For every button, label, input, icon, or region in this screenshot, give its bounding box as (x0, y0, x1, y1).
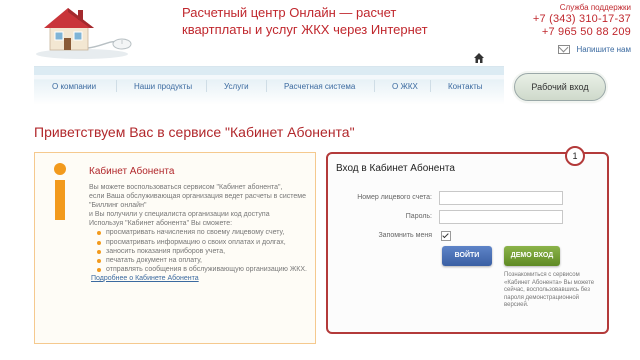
site-title-line1: Расчетный центр Онлайн — расчет (182, 5, 397, 20)
account-number-input[interactable] (439, 191, 563, 205)
password-label: Пароль: (405, 213, 432, 220)
support-block: Служба поддержки +7 (343) 310-17-37 +7 9… (481, 3, 631, 55)
demo-note: Познакомиться с сервисом «Кабинет Абонен… (504, 272, 595, 309)
house-logo-icon (36, 8, 132, 59)
nav-item-products[interactable]: Наши продукты (134, 82, 192, 91)
work-login-button[interactable]: Рабочий вход (514, 73, 606, 101)
info-paragraph: и Вы получили у специалиста организации … (89, 211, 270, 219)
info-panel-title: Кабинет Абонента (89, 166, 175, 177)
info-panel: Кабинет Абонента Вы можете воспользовать… (34, 152, 316, 344)
nav-item-services[interactable]: Услуги (224, 82, 249, 91)
page-title: Приветствуем Вас в сервисе "Кабинет Абон… (34, 124, 355, 140)
nav-item-billing-system[interactable]: Расчетная система (284, 82, 355, 91)
nav-divider (206, 80, 207, 92)
support-phone-1: +7 (343) 310-17-37 (532, 13, 631, 25)
remember-me-checkbox[interactable] (441, 231, 451, 241)
support-phone-2: +7 965 50 88 209 (541, 26, 631, 38)
info-icon (49, 163, 71, 223)
list-item: заносить показания приборов учета, (97, 247, 309, 256)
nav-divider (374, 80, 375, 92)
list-item: просматривать начисления по своему лицев… (97, 228, 309, 237)
step-badge: 1 (565, 146, 585, 166)
mail-icon (558, 45, 571, 55)
nav-stripe (34, 67, 504, 75)
login-button[interactable]: ВОЙТИ (442, 246, 492, 266)
home-icon[interactable] (474, 50, 484, 63)
nav-divider (430, 80, 431, 92)
info-paragraph: Используя "Кабинет абонента" Вы сможете: (89, 220, 233, 228)
nav-item-contacts[interactable]: Контакты (448, 82, 483, 91)
more-about-cabinet-link[interactable]: Подробнее о Кабинете Абонента (89, 274, 309, 283)
site-title: Расчетный центр Онлайн — расчет квартпла… (182, 4, 432, 38)
nav-item-about[interactable]: О компании (52, 82, 96, 91)
list-item: отправлять сообщения в обслуживающую орг… (97, 265, 309, 274)
login-panel-title: Вход в Кабинет Абонента (336, 163, 455, 174)
logo[interactable] (28, 4, 138, 60)
site-title-line2: квартплаты и услуг ЖКХ через Интернет (182, 22, 428, 37)
account-number-label: Номер лицевого счета: (357, 194, 432, 201)
info-icon-dot (54, 163, 66, 175)
nav-item-about-housing[interactable]: О ЖКХ (392, 82, 418, 91)
write-us-link[interactable]: Напишите нам (481, 45, 631, 55)
info-paragraph: если Ваша обслуживающая организация веде… (89, 193, 306, 210)
login-panel: 1 Вход в Кабинет Абонента Номер лицевого… (326, 146, 609, 334)
demo-login-button[interactable]: ДЕМО ВХОД (504, 246, 560, 266)
write-us-label: Напишите нам (576, 45, 631, 54)
main-nav: О компании Наши продукты Услуги Расчетна… (34, 66, 504, 105)
support-label: Служба поддержки (559, 3, 631, 12)
nav-divider (116, 80, 117, 92)
features-list: просматривать начисления по своему лицев… (89, 228, 309, 273)
info-panel-body: Вы можете воспользоваться сервисом "Каби… (89, 183, 309, 283)
info-paragraph: Вы можете воспользоваться сервисом "Каби… (89, 184, 283, 191)
list-item: печатать документ на оплату, (97, 256, 309, 265)
list-item: просматривать информацию о своих оплатах… (97, 238, 309, 247)
password-input[interactable] (439, 210, 563, 224)
remember-me-label: Запомнить меня (378, 232, 432, 239)
info-icon-bar (55, 180, 65, 220)
nav-divider (266, 80, 267, 92)
